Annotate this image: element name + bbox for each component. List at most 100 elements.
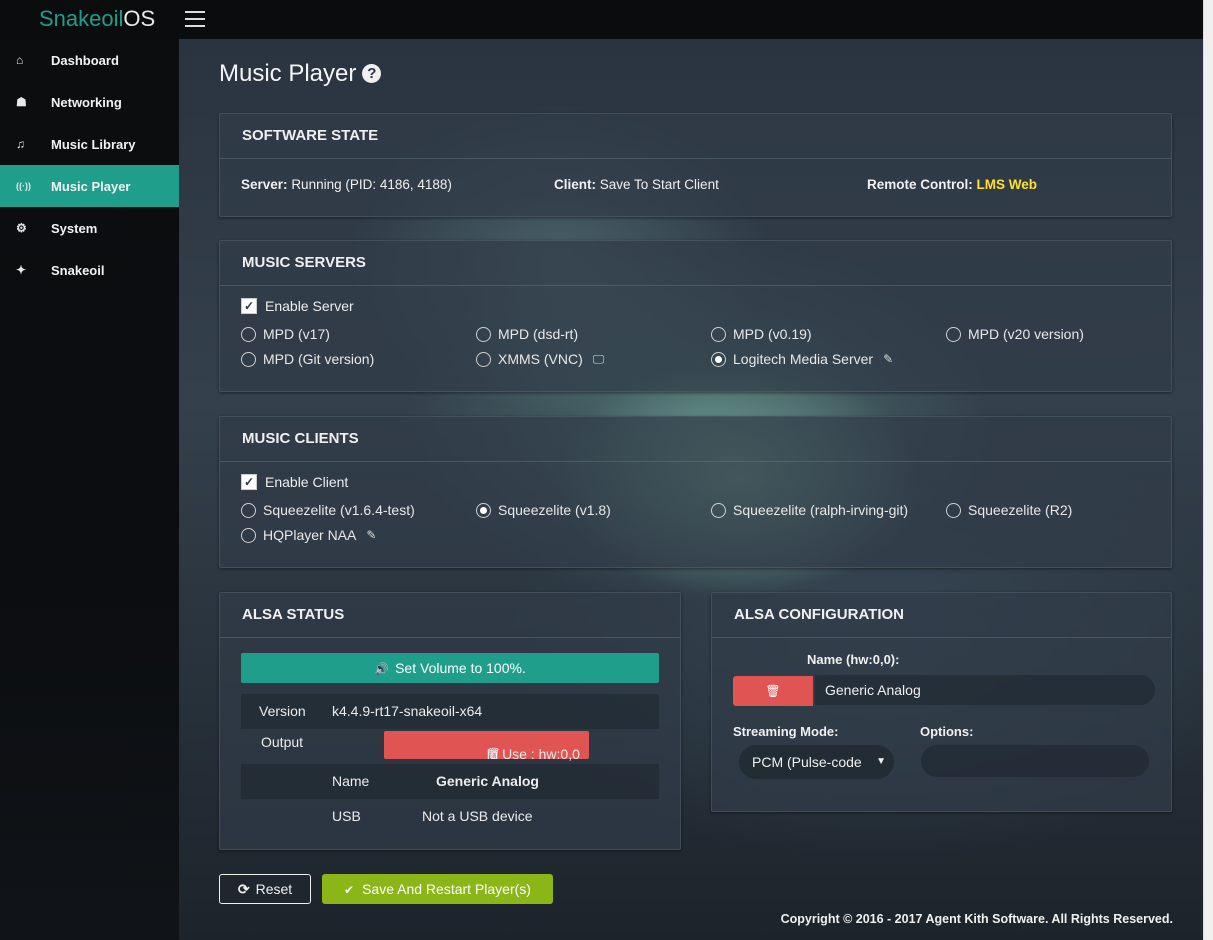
server-option-mpd-v17[interactable]: MPD (v17)	[241, 326, 330, 342]
sidebar-item-label: Snakeoil	[51, 262, 105, 278]
client-label: Client:	[554, 177, 596, 192]
chevron-down-icon: ▼	[876, 756, 886, 767]
alsa-configuration-panel: ALSA CONFIGURATION Name (hw:0,0): 🗑 Gene…	[711, 592, 1172, 812]
panel-heading: SOFTWARE STATE	[220, 114, 1171, 159]
gears-icon: ⚙	[16, 221, 27, 235]
radio-label: HQPlayer NAA	[263, 527, 357, 543]
radio-label: MPD (v0.19)	[733, 326, 812, 342]
radio-selected-icon	[711, 351, 726, 367]
streaming-mode-label: Streaming Mode:	[733, 724, 839, 739]
delete-name-button[interactable]: 🗑	[733, 676, 813, 706]
server-option-mpd-git[interactable]: MPD (Git version)	[241, 351, 374, 367]
copyright-footer: Copyright © 2016 - 2017 Agent Kith Softw…	[780, 912, 1173, 926]
client-option-squeezelite-r2[interactable]: Squeezelite (R2)	[946, 502, 1072, 518]
enable-client-checkbox[interactable]: ✓ Enable Client	[241, 474, 348, 490]
music-clients-panel: MUSIC CLIENTS ✓ Enable Client Squeezelit…	[219, 416, 1172, 568]
client-option-squeezelite-v164-test[interactable]: Squeezelite (v1.6.4-test)	[241, 502, 415, 518]
radio-label: XMMS (VNC)	[498, 351, 583, 367]
sidebar-item-networking[interactable]: ☗ Networking	[0, 81, 179, 123]
radio-icon	[711, 502, 726, 518]
sidebar-item-system[interactable]: ⚙ System	[0, 207, 179, 249]
set-volume-label: Set Volume to 100%.	[395, 660, 526, 676]
sidebar-item-music-library[interactable]: ♫ Music Library	[0, 123, 179, 165]
lms-web-link[interactable]: LMS Web	[977, 177, 1038, 192]
radio-label: MPD (v17)	[263, 326, 330, 342]
client-option-squeezelite-ralph-irving-git[interactable]: Squeezelite (ralph-irving-git)	[711, 502, 908, 518]
usb-label: USB	[332, 808, 361, 824]
in-use-button[interactable]: 🗑 In Use : hw:0,0	[384, 731, 589, 762]
device-name-input[interactable]: Generic Analog	[815, 675, 1155, 705]
save-restart-label: Save And Restart Player(s)	[362, 881, 531, 897]
brand-logo[interactable]: SnakeoilOS	[39, 6, 155, 32]
remote-control-status: Remote Control: LMS Web	[867, 177, 1037, 192]
usb-value: Not a USB device	[422, 808, 533, 824]
reset-label: Reset	[255, 881, 293, 897]
streaming-mode-select[interactable]: PCM (Pulse-code ▼	[739, 745, 894, 779]
table-row: Version k4.4.9-rt17-snakeoil-x64	[241, 694, 659, 729]
radio-icon	[946, 326, 961, 342]
radio-label: Squeezelite (v1.8)	[498, 502, 611, 518]
version-value: k4.4.9-rt17-snakeoil-x64	[332, 703, 483, 719]
window-scrollbar[interactable]	[1203, 0, 1213, 940]
server-value: Running (PID: 4186, 4188)	[291, 177, 452, 192]
sidebar-item-label: Networking	[51, 94, 122, 110]
enable-server-checkbox[interactable]: ✓ Enable Server	[241, 298, 354, 314]
refresh-icon: ⟳	[237, 881, 250, 897]
radio-icon	[476, 326, 491, 342]
sidebar-item-label: Dashboard	[51, 52, 119, 68]
trash-icon: 🗑	[765, 684, 781, 698]
sidebar-item-music-player[interactable]: ((·)) Music Player	[0, 165, 179, 207]
options-input[interactable]	[921, 745, 1149, 777]
radio-icon	[241, 502, 256, 518]
streaming-mode-value: PCM (Pulse-code	[752, 754, 862, 770]
version-label: Version	[259, 703, 306, 719]
reset-button[interactable]: ⟳ Reset	[219, 874, 311, 904]
broadcast-icon: ((·))	[16, 181, 31, 191]
name-value: Generic Analog	[436, 773, 539, 789]
hamburger-menu-icon[interactable]	[185, 11, 205, 27]
server-option-logitech-media-server[interactable]: Logitech Media Server ✎	[711, 351, 893, 367]
monitor-icon[interactable]: 🖵	[593, 352, 605, 367]
main-content: Music Player? SOFTWARE STATE Server: Run…	[179, 39, 1203, 940]
help-icon[interactable]: ?	[362, 64, 382, 83]
checkbox-checked-icon: ✓	[241, 474, 257, 490]
client-status: Client: Save To Start Client	[554, 177, 719, 192]
volume-icon: 🔊	[374, 662, 390, 676]
radio-icon	[241, 326, 256, 342]
sidebar: ⌂ Dashboard ☗ Networking ♫ Music Library…	[0, 39, 179, 940]
radio-selected-icon	[476, 502, 491, 518]
server-option-xmms-vnc[interactable]: XMMS (VNC) 🖵	[476, 351, 604, 367]
sidebar-item-dashboard[interactable]: ⌂ Dashboard	[0, 39, 179, 81]
radio-icon	[711, 326, 726, 342]
radio-label: MPD (dsd-rt)	[498, 326, 579, 342]
enable-server-label: Enable Server	[265, 298, 354, 314]
panel-heading: ALSA CONFIGURATION	[712, 593, 1171, 638]
client-option-squeezelite-v18[interactable]: Squeezelite (v1.8)	[476, 502, 611, 518]
radio-icon	[241, 527, 256, 543]
edit-icon[interactable]: ✎	[366, 528, 376, 542]
server-option-mpd-v20[interactable]: MPD (v20 version)	[946, 326, 1084, 342]
remote-control-label: Remote Control:	[867, 177, 973, 192]
output-label: Output	[261, 734, 304, 750]
edit-icon[interactable]: ✎	[883, 352, 893, 366]
options-label: Options:	[920, 724, 974, 739]
client-option-hqplayer-naa[interactable]: HQPlayer NAA ✎	[241, 527, 376, 543]
server-option-mpd-v019[interactable]: MPD (v0.19)	[711, 326, 812, 342]
sitemap-icon: ☗	[16, 95, 27, 109]
sidebar-item-label: Music Library	[51, 136, 136, 152]
save-restart-button[interactable]: ✔ Save And Restart Player(s)	[322, 874, 553, 904]
magic-wand-icon: ✦	[16, 263, 27, 277]
sidebar-item-snakeoil[interactable]: ✦ Snakeoil	[0, 249, 179, 291]
table-row: USB Not a USB device	[241, 799, 659, 834]
music-note-icon: ♫	[16, 137, 25, 151]
radio-icon	[946, 502, 961, 518]
name-field-label: Name (hw:0,0):	[807, 652, 900, 667]
radio-label: MPD (v20 version)	[968, 326, 1084, 342]
panel-heading: MUSIC CLIENTS	[220, 417, 1171, 462]
brand-part-1: Snakeoil	[39, 6, 124, 31]
server-option-mpd-dsd-rt[interactable]: MPD (dsd-rt)	[476, 326, 578, 342]
set-volume-button[interactable]: 🔊 Set Volume to 100%.	[241, 653, 659, 683]
radio-label: Squeezelite (v1.6.4-test)	[263, 502, 415, 518]
page-title-text: Music Player	[219, 60, 357, 87]
alsa-status-panel: ALSA STATUS 🔊 Set Volume to 100%. Version…	[219, 592, 681, 850]
